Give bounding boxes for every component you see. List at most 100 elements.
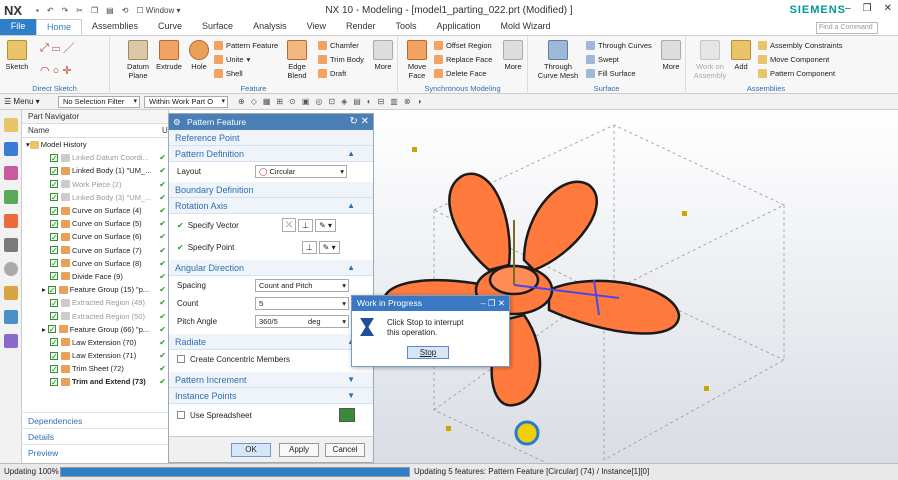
datum-plane-button[interactable]: Datum Plane [120, 40, 156, 80]
command-search-input[interactable]: Find a Command [816, 22, 878, 34]
angular-direction-section[interactable]: Angular Direction ▲ [169, 260, 373, 276]
stop-button[interactable]: Stop [407, 346, 449, 359]
visibility-checkbox[interactable] [50, 244, 58, 257]
hd3d-tools-icon[interactable] [3, 214, 18, 228]
visibility-checkbox[interactable] [50, 376, 58, 389]
tab-application[interactable]: Application [427, 19, 491, 35]
dialog-close-icon[interactable]: ↻ ✕ [349, 114, 369, 130]
feature-more-button[interactable]: More [368, 40, 398, 71]
tab-view[interactable]: View [297, 19, 336, 35]
delete-face-button[interactable]: Delete Face [434, 69, 486, 78]
vector-icon[interactable]: ⤫ [281, 218, 297, 232]
assembly-navigator-icon[interactable] [3, 118, 18, 132]
graphics-window[interactable] [374, 110, 898, 480]
wip-window-icons[interactable]: – ❐ ✕ [481, 296, 505, 311]
visibility-checkbox[interactable] [50, 205, 58, 218]
repeat-icon[interactable]: ⟲ [122, 6, 129, 15]
window-menu[interactable]: ☐ Window ▾ [136, 6, 180, 15]
tab-curve[interactable]: Curve [148, 19, 192, 35]
vector-constructor-icon[interactable]: ⊥ [298, 218, 314, 232]
visibility-checkbox[interactable] [50, 270, 58, 283]
replace-face-button[interactable]: Replace Face [434, 55, 492, 64]
redo-icon[interactable]: ↷ [62, 6, 69, 15]
specify-point-row[interactable]: ✔ Specify Point ⊥ ✎ ▾ [169, 236, 373, 258]
point-options-icon[interactable]: ✎ ▾ [318, 240, 340, 254]
concentric-row[interactable]: Create Concentric Members [169, 350, 373, 368]
tree-node[interactable]: ▸ Feature Group (66) "p... ✔ [22, 323, 168, 336]
pattern-definition-section[interactable]: Pattern Definition ▲ [169, 146, 373, 162]
visibility-checkbox[interactable] [50, 350, 58, 363]
visibility-checkbox[interactable] [50, 231, 58, 244]
add-component-button[interactable]: Add [726, 40, 756, 71]
visibility-checkbox[interactable] [50, 297, 58, 310]
tree-node[interactable]: Law Extension (71) ✔ [22, 349, 168, 363]
pattern-feature-button[interactable]: Pattern Feature [214, 41, 278, 50]
visibility-checkbox[interactable] [50, 152, 58, 165]
tree-node[interactable]: Divide Face (9) ✔ [22, 270, 168, 283]
tree-node[interactable]: Curve on Surface (6) ✔ [22, 230, 168, 244]
count-input[interactable]: 5 ▾ [255, 296, 349, 310]
expand-icon[interactable]: ▸ [42, 323, 46, 336]
concentric-checkbox[interactable] [177, 355, 185, 363]
tab-file[interactable]: File [0, 19, 36, 35]
minimize-icon[interactable]: – [845, 3, 851, 14]
visibility-checkbox[interactable] [50, 191, 58, 204]
column-u[interactable]: U [156, 124, 168, 137]
tree-node[interactable]: Extracted Region (49) ✔ [22, 296, 168, 310]
sketch-button[interactable]: Sketch [2, 40, 32, 71]
tab-surface[interactable]: Surface [192, 19, 243, 35]
chamfer-button[interactable]: Chamfer [318, 41, 359, 50]
through-curves-button[interactable]: Through Curves [586, 41, 652, 50]
boundary-definition-section[interactable]: Boundary Definition [169, 182, 373, 198]
visibility-checkbox[interactable] [50, 178, 58, 191]
point-constructor-icon[interactable]: ⊥ [301, 240, 317, 254]
radiate-section[interactable]: Radiate▲ [169, 334, 373, 350]
tree-node[interactable]: Extracted Region (50) ✔ [22, 309, 168, 323]
trim-body-button[interactable]: Trim Body [318, 55, 364, 64]
tree-node[interactable]: Linked Body (3) "UM_... ✔ [22, 191, 168, 204]
part-navigator-icon[interactable] [3, 166, 18, 180]
instance-points-section[interactable]: Instance Points ▼ [169, 388, 373, 404]
visibility-checkbox[interactable] [50, 336, 58, 349]
hole-button[interactable]: Hole [184, 40, 214, 71]
tree-node[interactable]: ▸ Feature Group (15) "p... ✔ [22, 283, 168, 297]
shell-button[interactable]: Shell [214, 69, 243, 78]
history-icon[interactable] [3, 262, 18, 276]
ok-button[interactable]: OK [231, 443, 271, 457]
tab-mold-wizard[interactable]: Mold Wizard [491, 19, 561, 35]
visibility-checkbox[interactable] [50, 257, 58, 270]
apply-button[interactable]: Apply [279, 443, 319, 457]
copy-icon[interactable]: ❐ [91, 6, 98, 15]
tree-node[interactable]: Work Piece (2) ✔ [22, 178, 168, 191]
surface-more-button[interactable]: More [656, 40, 686, 71]
restore-icon[interactable]: ❐ [863, 3, 872, 14]
tree-node[interactable]: Curve on Surface (5) ✔ [22, 217, 168, 231]
visibility-checkbox[interactable] [50, 363, 58, 376]
web-browser-icon[interactable] [3, 238, 18, 252]
spacing-dropdown[interactable]: Count and Pitch ▾ [255, 278, 349, 292]
cut-icon[interactable]: ✂ [76, 6, 83, 15]
pitch-angle-input[interactable]: 360/5 deg ▾ [255, 314, 349, 328]
move-component-button[interactable]: Move Component [758, 55, 829, 64]
details-panel[interactable]: Details [22, 428, 169, 444]
constraint-navigator-icon[interactable] [3, 142, 18, 156]
fill-surface-button[interactable]: Fill Surface [586, 69, 636, 78]
process-studio-icon[interactable] [3, 310, 18, 324]
extrude-button[interactable]: Extrude [154, 40, 184, 71]
tree-node[interactable]: Linked Datum Coordi... ✔ [22, 151, 168, 165]
system-materials-icon[interactable] [3, 286, 18, 300]
tab-render[interactable]: Render [336, 19, 386, 35]
visibility-checkbox[interactable] [47, 323, 56, 336]
preview-panel[interactable]: Preview [22, 444, 169, 460]
spreadsheet-checkbox[interactable] [177, 411, 185, 419]
visibility-checkbox[interactable] [47, 284, 56, 297]
paste-icon[interactable]: ▤ [106, 6, 114, 15]
through-curve-mesh-button[interactable]: Through Curve Mesh [534, 40, 582, 80]
tree-node[interactable]: Curve on Surface (4) ✔ [22, 204, 168, 218]
tab-analysis[interactable]: Analysis [243, 19, 297, 35]
tree-node[interactable]: Curve on Surface (7) ✔ [22, 244, 168, 257]
menu-button[interactable]: ☰ Menu ▾ [4, 97, 54, 106]
spreadsheet-row[interactable]: Use Spreadsheet [169, 406, 373, 424]
vector-options-icon[interactable]: ✎ ▾ [315, 218, 337, 232]
line-icon[interactable]: ⤢ ▭ ╱ [40, 42, 74, 55]
